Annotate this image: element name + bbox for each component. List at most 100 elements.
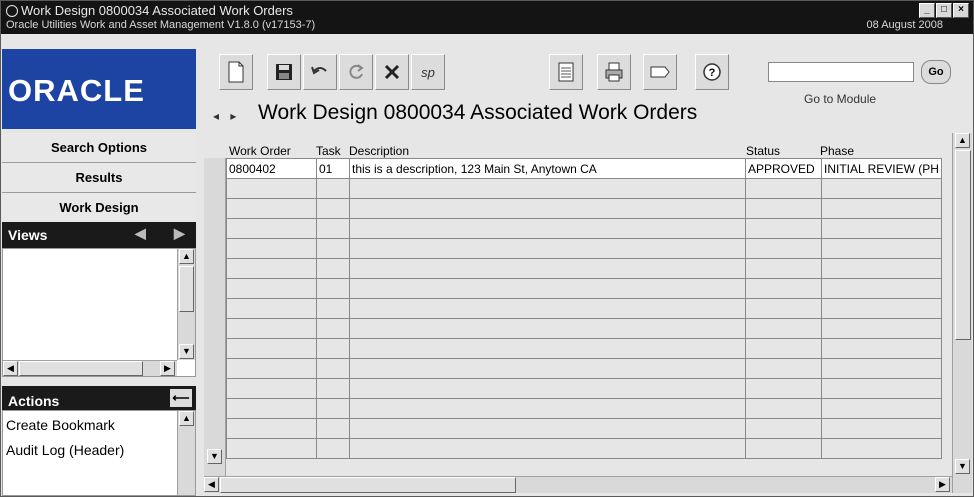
table-row-empty[interactable] — [226, 398, 942, 419]
cell-task[interactable]: 01 — [316, 158, 350, 179]
grid-horizontal-scrollbar[interactable]: ◀ ▶ — [204, 476, 952, 493]
table-row-empty[interactable] — [226, 238, 942, 259]
cell-description[interactable] — [349, 198, 746, 219]
cell-description[interactable] — [349, 178, 746, 199]
table-row-empty[interactable] — [226, 178, 942, 199]
table-row-empty[interactable] — [226, 278, 942, 299]
scroll-thumb[interactable] — [179, 266, 194, 312]
go-button[interactable]: Go — [921, 60, 951, 84]
cell-description[interactable] — [349, 398, 746, 419]
cell-task[interactable] — [316, 238, 350, 259]
views-list[interactable]: ▲ ▼ ◀ ▶ — [2, 248, 196, 377]
col-header-work-order[interactable]: Work Order — [229, 144, 291, 158]
previous-record-icon[interactable]: ◂ — [213, 109, 219, 123]
scroll-down-icon[interactable]: ▼ — [207, 449, 222, 464]
scroll-thumb[interactable] — [220, 477, 516, 493]
cell-status[interactable] — [745, 438, 822, 459]
col-header-description[interactable]: Description — [349, 144, 409, 158]
table-row-empty[interactable] — [226, 418, 942, 439]
cell-task[interactable] — [316, 438, 350, 459]
cell-status[interactable]: APPROVED — [745, 158, 822, 179]
cell-phase[interactable] — [821, 318, 942, 339]
cell-task[interactable] — [316, 358, 350, 379]
cell-status[interactable] — [745, 298, 822, 319]
cell-task[interactable] — [316, 338, 350, 359]
cell-status[interactable] — [745, 338, 822, 359]
cell-phase[interactable] — [821, 218, 942, 239]
table-row-empty[interactable] — [226, 358, 942, 379]
cell-status[interactable] — [745, 218, 822, 239]
scroll-up-icon[interactable]: ▲ — [955, 133, 970, 148]
cell-phase[interactable] — [821, 278, 942, 299]
cell-work-order[interactable] — [226, 198, 317, 219]
cell-task[interactable] — [316, 178, 350, 199]
scroll-up-icon[interactable]: ▲ — [179, 249, 194, 264]
scroll-down-icon[interactable]: ▼ — [179, 344, 194, 359]
cell-phase[interactable] — [821, 198, 942, 219]
cell-task[interactable] — [316, 258, 350, 279]
cell-task[interactable] — [316, 298, 350, 319]
cell-description[interactable] — [349, 218, 746, 239]
cell-description[interactable] — [349, 258, 746, 279]
cell-description[interactable] — [349, 418, 746, 439]
nav-work-design[interactable]: Work Design — [2, 193, 196, 223]
nav-results[interactable]: Results — [2, 163, 196, 193]
scroll-left-icon[interactable]: ◀ — [3, 361, 18, 376]
cell-status[interactable] — [745, 198, 822, 219]
table-row-empty[interactable] — [226, 258, 942, 279]
table-row-empty[interactable] — [226, 318, 942, 339]
actions-scrollbar[interactable]: ▲ — [177, 411, 195, 495]
cell-task[interactable] — [316, 398, 350, 419]
cell-description[interactable] — [349, 298, 746, 319]
cell-work-order[interactable] — [226, 178, 317, 199]
undo-icon[interactable] — [303, 54, 337, 90]
col-header-status[interactable]: Status — [746, 144, 780, 158]
cell-phase[interactable] — [821, 178, 942, 199]
cell-phase[interactable]: INITIAL REVIEW (PH — [821, 158, 942, 179]
table-row-empty[interactable] — [226, 378, 942, 399]
cell-description[interactable] — [349, 238, 746, 259]
cell-description[interactable] — [349, 338, 746, 359]
print-icon[interactable] — [597, 54, 631, 90]
refresh-icon[interactable] — [339, 54, 373, 90]
cell-work-order[interactable] — [226, 418, 317, 439]
cell-phase[interactable] — [821, 238, 942, 259]
cell-status[interactable] — [745, 278, 822, 299]
views-prev-icon[interactable]: ◀ — [135, 225, 146, 242]
cell-description[interactable] — [349, 438, 746, 459]
next-record-icon[interactable]: ▸ — [230, 109, 236, 123]
delete-icon[interactable] — [375, 54, 409, 90]
cell-status[interactable] — [745, 378, 822, 399]
cell-work-order[interactable] — [226, 318, 317, 339]
scroll-right-icon[interactable]: ▶ — [160, 361, 175, 376]
save-icon[interactable] — [267, 54, 301, 90]
cell-task[interactable] — [316, 198, 350, 219]
cell-description[interactable] — [349, 358, 746, 379]
scroll-down-icon[interactable]: ▼ — [955, 459, 970, 474]
minimize-button[interactable]: _ — [919, 3, 935, 18]
cell-work-order[interactable] — [226, 258, 317, 279]
scroll-thumb[interactable] — [19, 361, 143, 376]
cell-work-order[interactable] — [226, 438, 317, 459]
goto-module-input[interactable] — [768, 62, 914, 82]
page-vertical-scrollbar[interactable]: ▲ ▼ — [952, 133, 972, 493]
cell-phase[interactable] — [821, 338, 942, 359]
cell-work-order[interactable] — [226, 338, 317, 359]
col-header-phase[interactable]: Phase — [820, 144, 854, 158]
col-header-task[interactable]: Task — [316, 144, 341, 158]
table-row[interactable]: 0800402 01 this is a description, 123 Main… — [226, 158, 942, 179]
new-document-icon[interactable] — [219, 54, 253, 90]
cell-work-order[interactable] — [226, 358, 317, 379]
cell-status[interactable] — [745, 178, 822, 199]
window-menu-icon[interactable] — [6, 5, 18, 17]
cell-task[interactable] — [316, 418, 350, 439]
cell-phase[interactable] — [821, 358, 942, 379]
report-icon[interactable] — [549, 54, 583, 90]
table-row-empty[interactable] — [226, 438, 942, 459]
scroll-thumb[interactable] — [955, 150, 971, 340]
cell-task[interactable] — [316, 278, 350, 299]
table-row-empty[interactable] — [226, 218, 942, 239]
cell-work-order[interactable]: 0800402 — [226, 158, 317, 179]
cell-work-order[interactable] — [226, 218, 317, 239]
cell-work-order[interactable] — [226, 378, 317, 399]
